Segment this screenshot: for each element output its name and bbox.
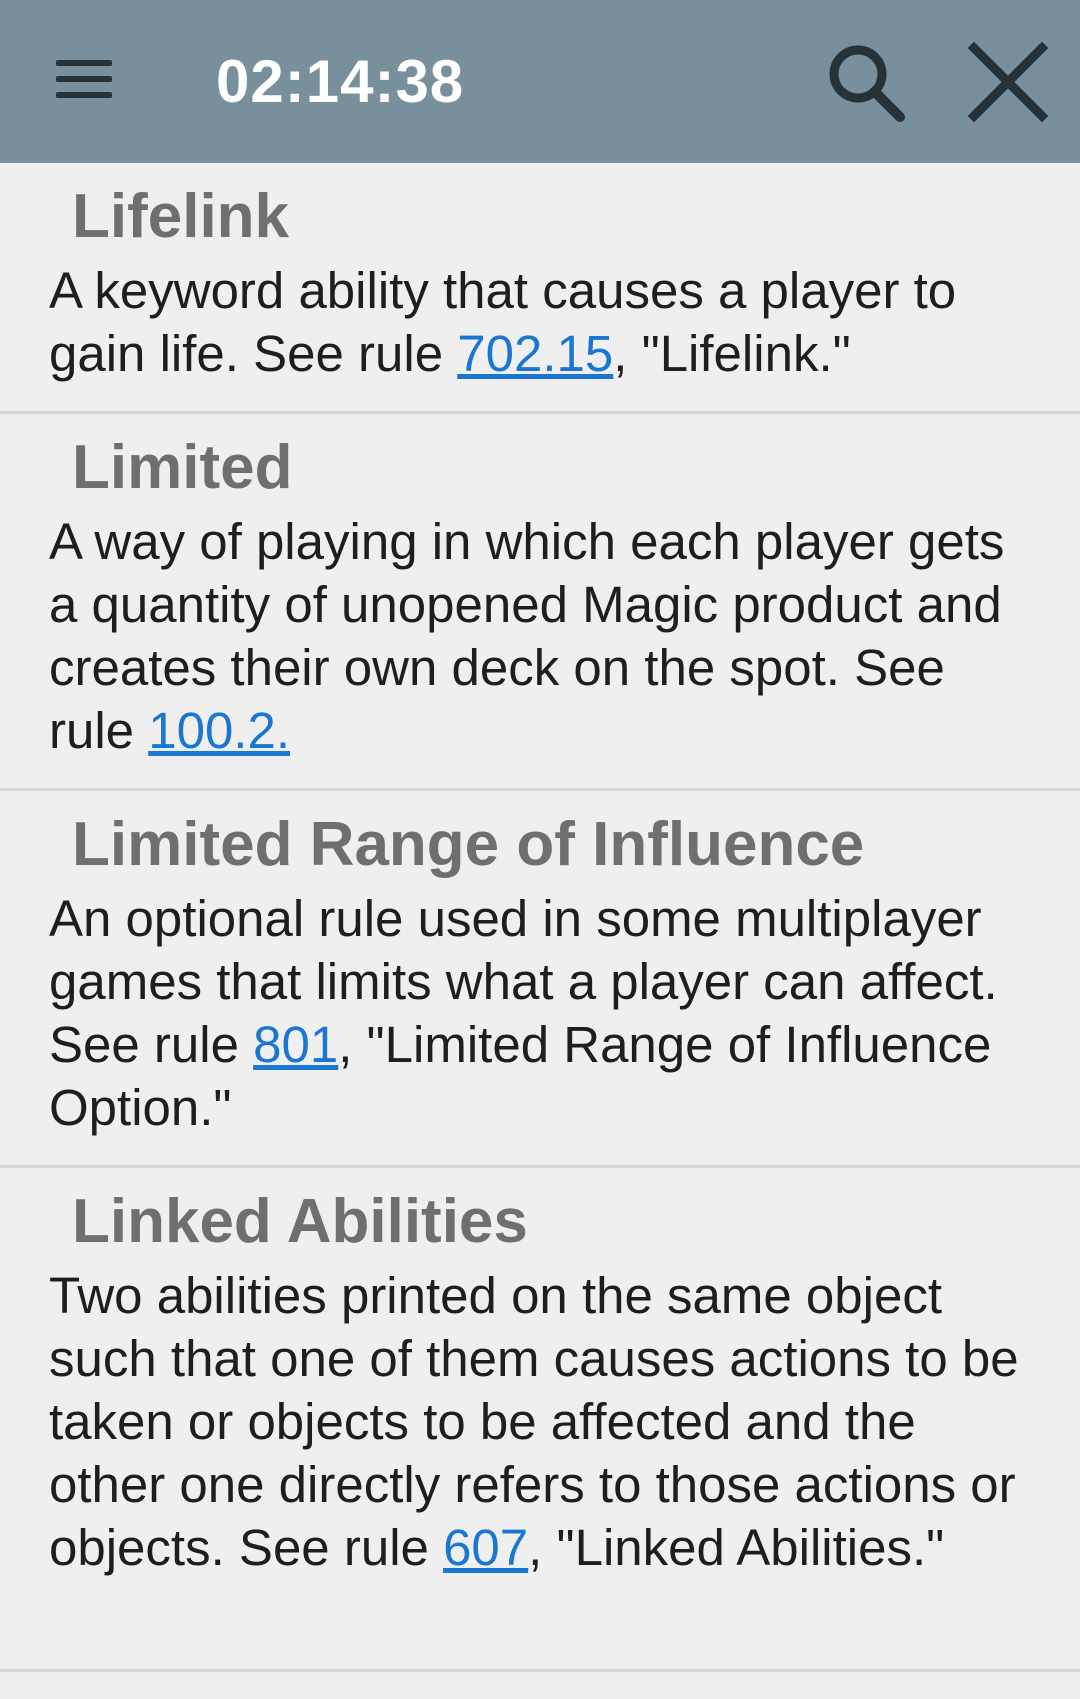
app-toolbar: 02:14:38	[0, 0, 1080, 163]
glossary-entry[interactable]: Limited A way of playing in which each p…	[0, 414, 1080, 791]
entry-definition: Two abilities printed on the same object…	[49, 1264, 1040, 1579]
hamburger-menu-icon[interactable]	[40, 40, 128, 118]
menu-bar	[56, 60, 112, 66]
entry-term: Lifelink	[72, 182, 290, 251]
entry-definition: A keyword ability that causes a player t…	[49, 259, 1040, 385]
entry-term: Limited	[72, 433, 293, 502]
definition-text: , "Lifelink."	[613, 325, 851, 382]
close-icon[interactable]	[958, 34, 1058, 134]
entry-term: Limited Range of Influence	[72, 810, 865, 879]
glossary-list: Lifelink A keyword ability that causes a…	[0, 163, 1080, 1672]
glossary-entry[interactable]: Limited Range of Influence An optional r…	[0, 791, 1080, 1168]
rule-link[interactable]: 100.2.	[148, 702, 290, 759]
glossary-entry[interactable]: Lifelink A keyword ability that causes a…	[0, 163, 1080, 414]
timer-display: 02:14:38	[216, 48, 465, 115]
menu-bar	[56, 76, 112, 82]
entry-definition: A way of playing in which each player ge…	[49, 510, 1040, 762]
glossary-entry[interactable]: Linked Abilities Two abilities printed o…	[0, 1168, 1080, 1672]
definition-text: , "Linked Abilities."	[528, 1519, 945, 1576]
rule-link[interactable]: 801	[253, 1016, 338, 1073]
menu-bar	[56, 92, 112, 98]
entry-term: Linked Abilities	[72, 1187, 528, 1256]
search-icon[interactable]	[816, 34, 916, 134]
rule-link[interactable]: 607	[443, 1519, 528, 1576]
entry-definition: An optional rule used in some multiplaye…	[49, 887, 1040, 1139]
rule-link[interactable]: 702.15	[457, 325, 613, 382]
